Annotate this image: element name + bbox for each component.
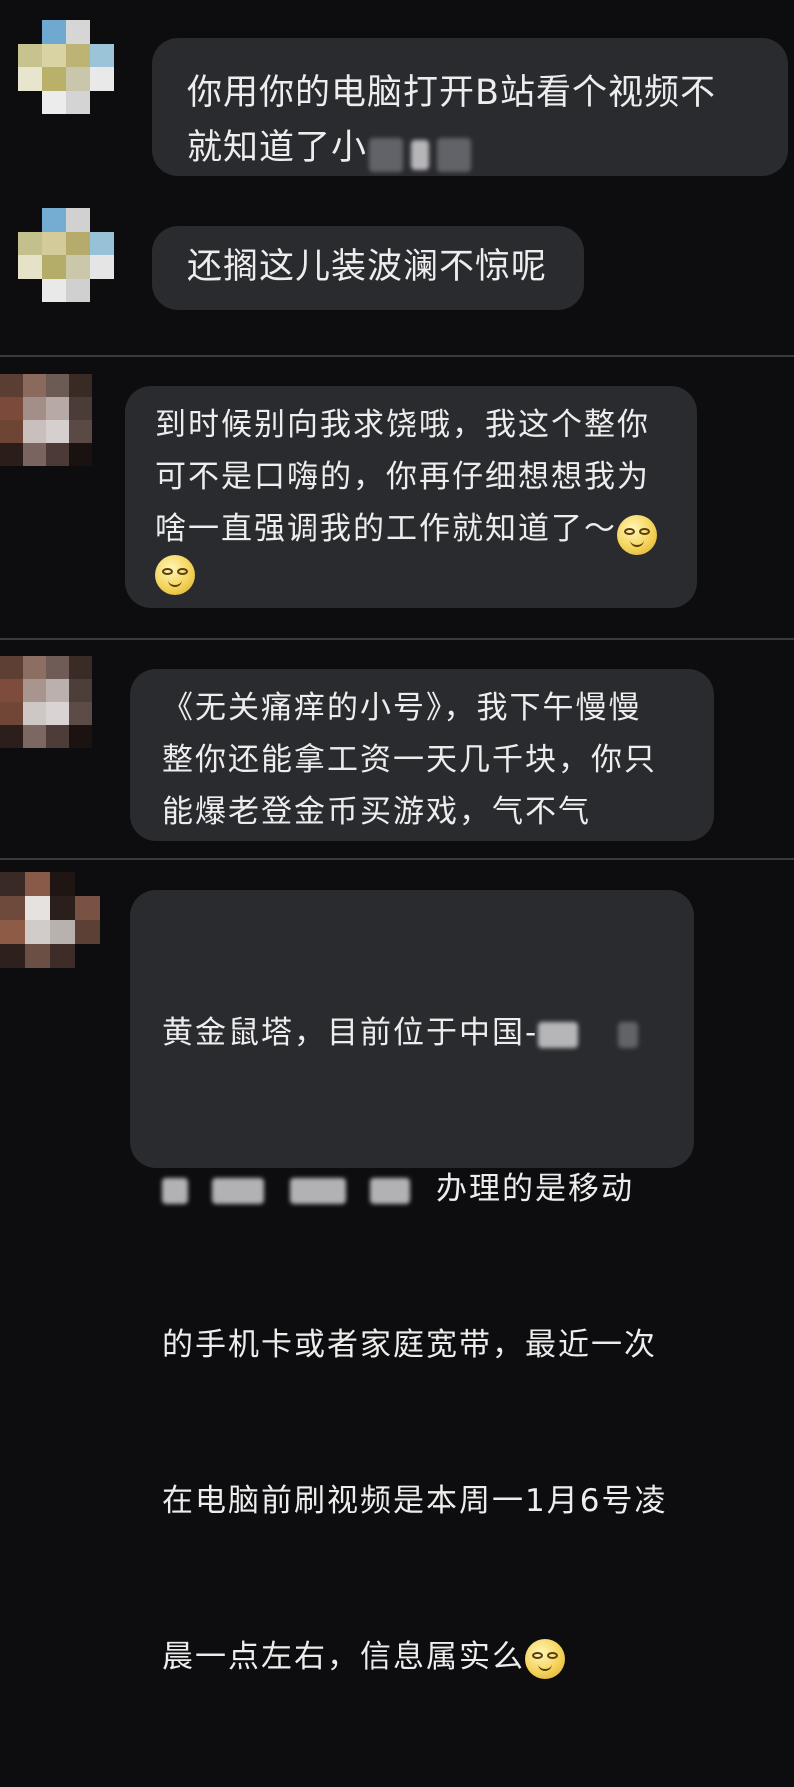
message-bubble[interactable]: 你用你的电脑打开B站看个视频不 就知道了小 <box>152 38 788 176</box>
grinning-face-emoji-icon <box>155 555 195 595</box>
message-line: 办理的是移动 <box>436 1171 634 1207</box>
message-bubble[interactable]: 到时候别向我求饶哦，我这个整你 可不是口嗨的，你再仔细想想我为 啥一直强调我的工… <box>125 386 697 608</box>
section-divider <box>0 638 794 640</box>
message-bubble[interactable]: 还搁这儿装波澜不惊呢 <box>152 226 584 310</box>
section-divider <box>0 355 794 357</box>
sender-avatar[interactable] <box>18 20 114 114</box>
sender-avatar[interactable] <box>0 656 92 748</box>
sender-avatar[interactable] <box>0 872 100 968</box>
redacted-text <box>369 137 404 172</box>
message-line: 晨一点左右，信息属实么 <box>162 1639 525 1675</box>
redacted-text <box>290 1177 346 1204</box>
message-text: 到时候别向我求饶哦，我这个整你 可不是口嗨的，你再仔细想想我为 啥一直强调我的工… <box>155 407 650 547</box>
sender-avatar[interactable] <box>0 374 92 466</box>
message-text: 《无关痛痒的小号》，我下午慢慢 整你还能拿工资一天几千块，你只 能爆老登金币买游… <box>162 690 657 830</box>
message-line: 的手机卡或者家庭宽带，最近一次 <box>162 1327 657 1363</box>
section-divider <box>0 858 794 860</box>
sender-avatar[interactable] <box>18 208 114 302</box>
message-text: 还搁这儿装波澜不惊呢 <box>187 247 548 287</box>
message-line: 黄金鼠塔，目前位于中国- <box>162 1015 539 1051</box>
redacted-text <box>411 139 430 170</box>
redacted-text <box>538 1021 579 1048</box>
grinning-face-emoji-icon <box>617 514 657 555</box>
message-line: 在电脑前刷视频是本周一1月6号凌 <box>162 1483 668 1519</box>
redacted-text <box>162 1177 188 1204</box>
redacted-text <box>212 1177 264 1204</box>
message-text: 黄金鼠塔，目前位于中国- 办理的是移动 的手机卡或者家庭宽带，最近一次 在电脑前… <box>162 903 694 1787</box>
message-bubble[interactable]: 黄金鼠塔，目前位于中国- 办理的是移动 的手机卡或者家庭宽带，最近一次 在电脑前… <box>130 890 694 1679</box>
grinning-face-emoji-icon <box>525 1638 565 1679</box>
message-bubble[interactable]: 《无关痛痒的小号》，我下午慢慢 整你还能拿工资一天几千块，你只 能爆老登金币买游… <box>130 669 714 841</box>
redacted-text <box>437 137 472 172</box>
redacted-text <box>618 1021 639 1048</box>
redacted-text <box>370 1177 410 1204</box>
